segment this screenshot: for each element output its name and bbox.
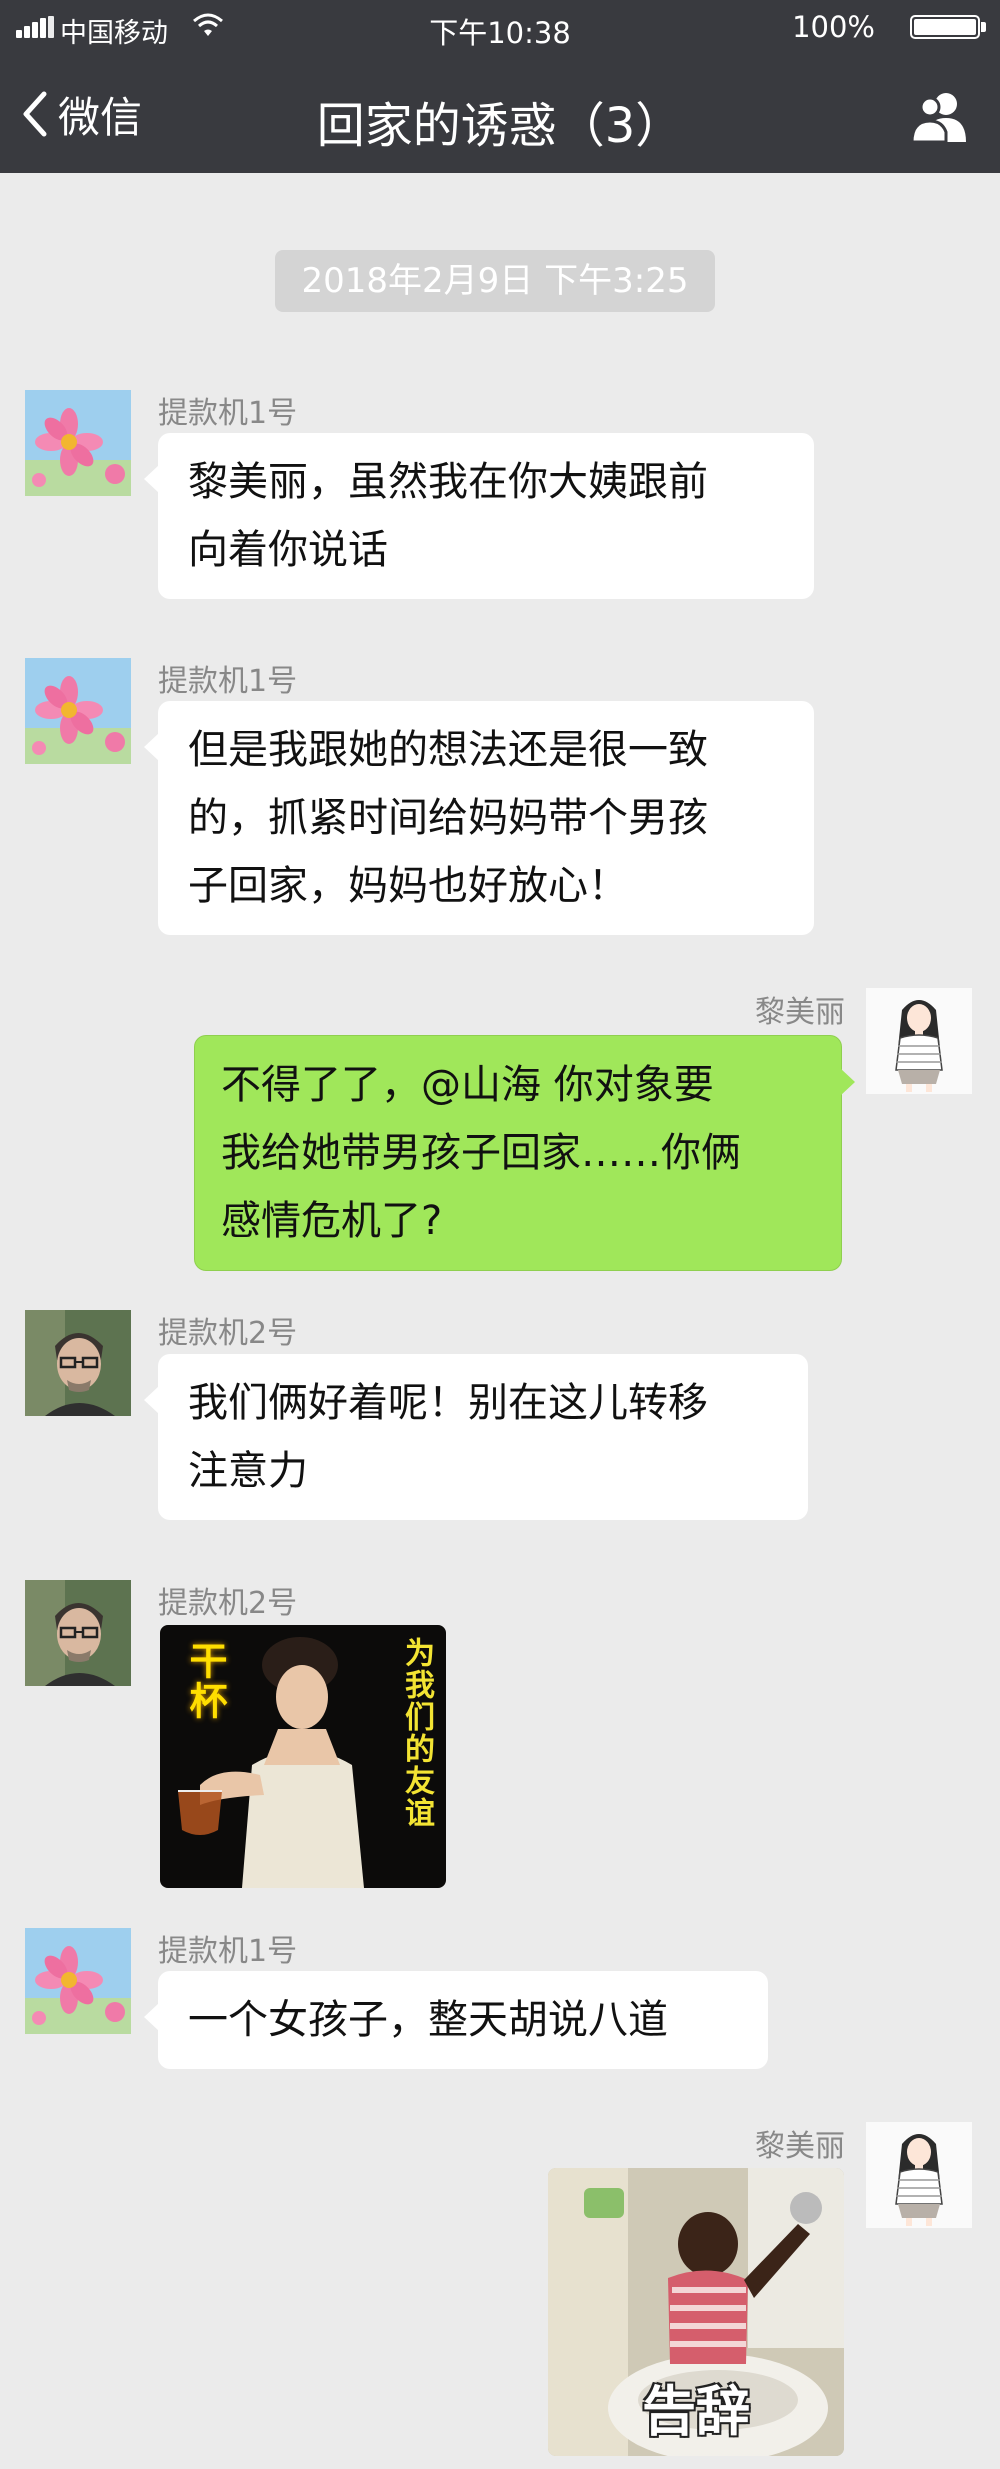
message-line: 注意力 xyxy=(188,1448,308,1494)
avatar-flower[interactable] xyxy=(25,658,131,764)
sender-name: 提款机2号 xyxy=(158,1316,298,1351)
avatar-girl[interactable] xyxy=(866,2122,972,2228)
sticker-farewell[interactable]: 告辞 xyxy=(548,2168,844,2456)
top-bar: 中国移动 下午10:38 100% 微信 回家的诱惑（3） xyxy=(0,0,1000,173)
sticker-toast[interactable]: 干杯 为我们的友谊 xyxy=(160,1625,446,1888)
pink-cosmos-flower-icon xyxy=(25,390,131,496)
man-with-glasses-icon xyxy=(25,1310,131,1416)
avatar-girl[interactable] xyxy=(866,988,972,1094)
avatar-flower[interactable] xyxy=(25,390,131,496)
message-bubble[interactable]: 黎美丽，虽然我在你大姨跟前 向着你说话 xyxy=(144,433,814,599)
sender-name: 黎美丽 xyxy=(755,995,845,1030)
man-with-glasses-icon xyxy=(25,1580,131,1686)
avatar-man[interactable] xyxy=(25,1580,131,1686)
sender-name: 提款机2号 xyxy=(158,1586,298,1621)
message-bubble-outgoing[interactable]: 不得了了，@山海 你对象要 我给她带男孩子回家……你俩 感情危机了? xyxy=(194,1035,855,1271)
message-line: 但是我跟她的想法还是很一致 xyxy=(188,727,708,773)
battery-percent: 100% xyxy=(792,10,875,44)
drawn-girl-icon xyxy=(866,2122,972,2228)
drawn-girl-icon xyxy=(866,988,972,1094)
message-line: 感情危机了? xyxy=(221,1198,443,1244)
message-bubble[interactable]: 我们俩好着呢！别在这儿转移 注意力 xyxy=(144,1354,808,1520)
message-line: 不得了了，@山海 你对象要 xyxy=(221,1062,714,1108)
message-line: 我们俩好着呢！别在这儿转移 xyxy=(188,1380,708,1426)
avatar-flower[interactable] xyxy=(25,1928,131,2034)
message-bubble[interactable]: 但是我跟她的想法还是很一致 的，抓紧时间给妈妈带个男孩 子回家，妈妈也好放心！ xyxy=(144,701,814,935)
sticker-caption: 告辞 xyxy=(642,2380,750,2443)
sender-name: 提款机1号 xyxy=(158,396,298,431)
avatar-man[interactable] xyxy=(25,1310,131,1416)
sender-name: 提款机1号 xyxy=(158,1934,298,1969)
sticker-caption-left: 干杯 xyxy=(183,1641,227,1721)
message-line: 的，抓紧时间给妈妈带个男孩 xyxy=(188,795,708,841)
battery-icon xyxy=(910,15,980,39)
sender-name: 提款机1号 xyxy=(158,664,298,699)
sender-name: 黎美丽 xyxy=(755,2129,845,2164)
message-line: 黎美丽，虽然我在你大姨跟前 xyxy=(188,459,708,505)
pink-cosmos-flower-icon xyxy=(25,658,131,764)
message-line: 一个女孩子，整天胡说八道 xyxy=(188,1997,668,2043)
sticker-caption-right: 为我们的友谊 xyxy=(399,1637,434,1829)
pink-cosmos-flower-icon xyxy=(25,1928,131,2034)
message-line: 子回家，妈妈也好放心！ xyxy=(188,863,628,909)
message-line: 我给她带男孩子回家……你俩 xyxy=(221,1130,741,1176)
message-bubble[interactable]: 一个女孩子，整天胡说八道 xyxy=(144,1971,768,2069)
message-line: 向着你说话 xyxy=(188,527,388,573)
group-members-icon[interactable] xyxy=(908,88,972,144)
timestamp-divider: 2018年2月9日 下午3:25 xyxy=(275,250,715,312)
status-bar: 中国移动 下午10:38 100% xyxy=(0,0,1000,55)
chat-title: 回家的诱惑（3） xyxy=(316,98,684,154)
